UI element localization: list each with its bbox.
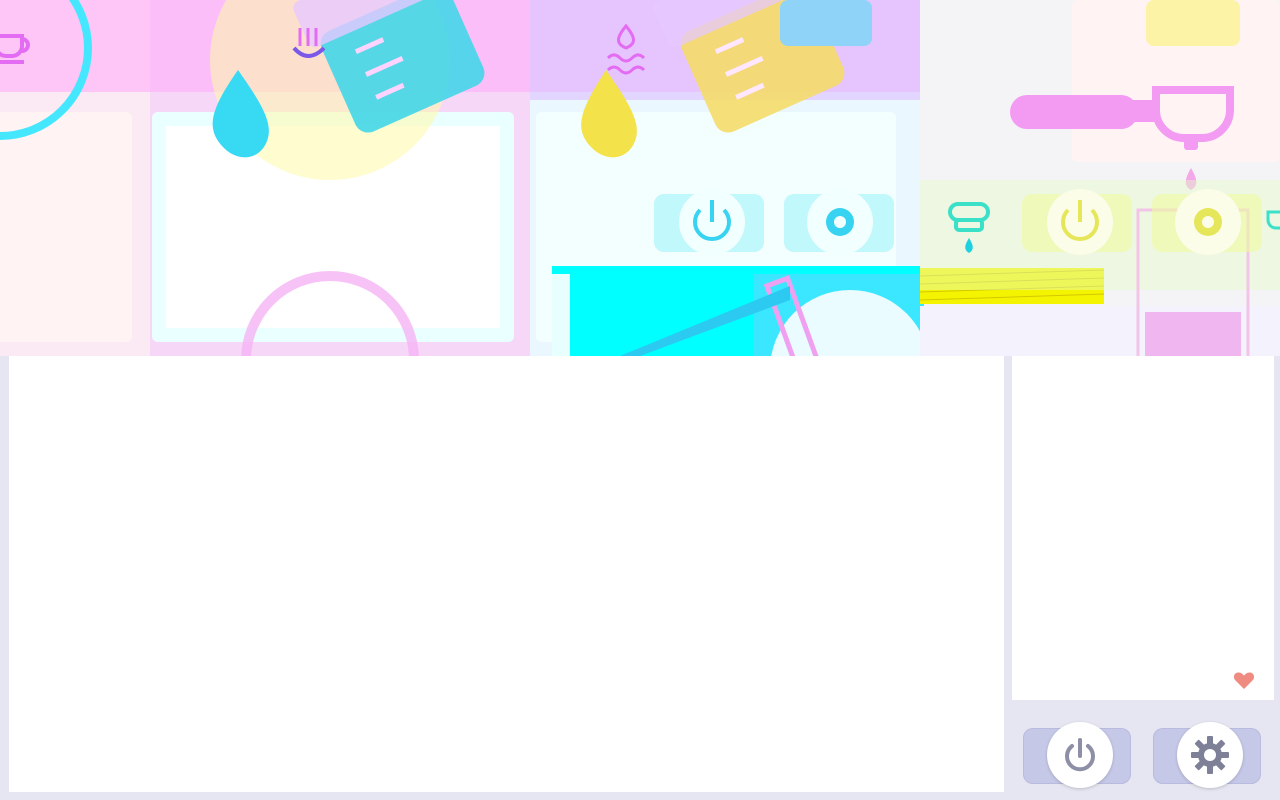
steam-icon bbox=[606, 23, 646, 75]
settings-button-knob[interactable] bbox=[1177, 722, 1243, 788]
power-icon bbox=[1065, 738, 1095, 772]
ghost-tile-yellow bbox=[1146, 0, 1240, 46]
gear-icon bbox=[1191, 736, 1229, 774]
power-button[interactable] bbox=[1023, 722, 1131, 788]
coffee-cup-icon bbox=[0, 34, 30, 64]
glass-fill-pink bbox=[1145, 312, 1241, 356]
neon-block-gap bbox=[552, 274, 570, 356]
gear-icon-ghost-yellow bbox=[1194, 208, 1222, 236]
ghost-tile-blue bbox=[780, 0, 872, 46]
gear-icon-ghost bbox=[826, 208, 854, 236]
glitch-overlay-band bbox=[0, 0, 1280, 356]
heart-icon[interactable] bbox=[1232, 668, 1256, 692]
portafilter-icon bbox=[1010, 86, 1234, 190]
water-drop-icon-yellow bbox=[581, 70, 637, 158]
ring-decoration-cyan bbox=[0, 0, 92, 140]
power-button-knob[interactable] bbox=[1047, 722, 1113, 788]
side-panel bbox=[1012, 356, 1274, 700]
main-canvas bbox=[9, 356, 1004, 792]
decor-layer bbox=[0, 0, 1280, 356]
ring-decoration-pink bbox=[241, 271, 419, 356]
settings-button[interactable] bbox=[1153, 722, 1261, 788]
